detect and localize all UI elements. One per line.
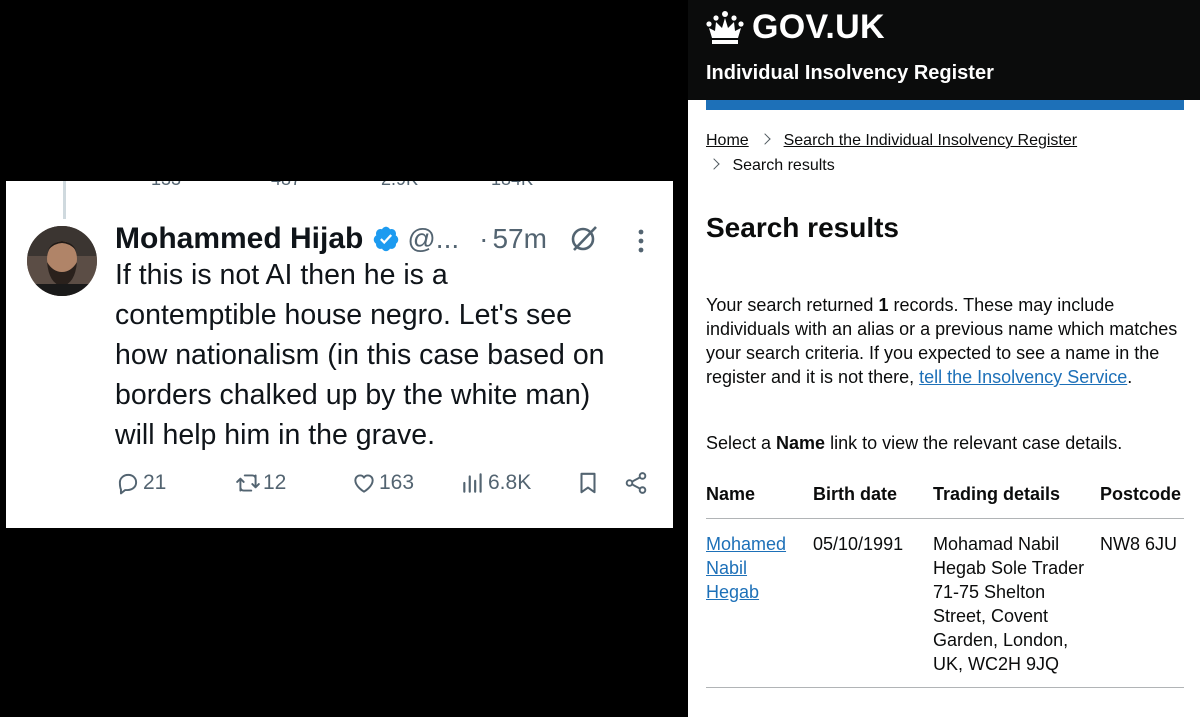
tell-insolvency-service-link[interactable]: tell the Insolvency Service [919,367,1127,387]
crown-icon [706,11,744,44]
views-icon [463,473,482,493]
column-header-name: Name [706,475,813,519]
intro-suffix: . [1127,367,1133,387]
tweet-actions: 21 12 163 6.8K [115,467,655,499]
repost-count: 12 [263,471,287,494]
intro-prefix: Your search returned [706,295,879,315]
previous-tweet-actions-cutoff: 133 487 2.9K 184K [121,181,661,189]
author-handle[interactable]: @... [407,223,459,255]
breadcrumb-search[interactable]: Search the Individual Insolvency Registe… [784,132,1078,149]
result-count: 1 [878,295,889,315]
header-blue-bar [706,100,1184,110]
bookmark-button[interactable] [575,467,603,499]
repost-icon [236,474,260,492]
grok-icon[interactable] [569,223,599,253]
chevron-right-icon [759,133,771,145]
column-header-birth-date: Birth date [813,475,933,519]
share-icon [625,472,647,494]
tweet-text: If this is not AI then he is a contempti… [115,259,605,451]
thread-line [63,181,66,219]
cutoff-count: 487 [271,181,301,190]
govuk-logo[interactable]: GOV.UK [752,8,885,47]
avatar[interactable] [27,226,97,296]
cell-postcode: NW8 6JU [1100,518,1184,688]
select-suffix: link to view the relevant case details. [825,433,1123,453]
table-header-row: Name Birth date Trading details Postcode [706,475,1184,519]
author-name[interactable]: Mohammed Hijab [115,222,363,256]
results-summary: Your search returned 1 records. These ma… [706,293,1188,389]
results-table: Name Birth date Trading details Postcode… [706,475,1184,688]
verified-badge-icon [374,226,399,252]
tweet-header: Mohammed Hijab @... · 57m [115,221,547,257]
more-icon[interactable] [636,227,646,255]
column-header-postcode: Postcode [1100,475,1184,519]
cutoff-count: 133 [151,181,181,190]
share-button[interactable] [623,467,651,499]
repost-button[interactable]: 12 [235,467,286,499]
bookmark-icon [580,472,596,494]
cutoff-count: 2.9K [381,181,418,190]
like-button[interactable]: 163 [351,467,414,499]
table-row: Mohamed Nabil Hegab 05/10/1991 Mohamad N… [706,518,1184,688]
govuk-page: GOV.UK Individual Insolvency Register Ho… [688,0,1200,717]
tweet-card: 133 487 2.9K 184K Mohammed Hijab @... · … [6,181,673,528]
reply-button[interactable]: 21 [115,467,166,499]
select-prefix: Select a [706,433,777,453]
like-count: 163 [379,471,415,494]
separator-dot: · [479,223,489,254]
timestamp[interactable]: 57m [492,223,546,255]
like-icon [354,474,374,493]
select-bold: Name [776,433,826,453]
cell-name: Mohamed Nabil Hegab [706,518,813,688]
reply-icon [118,473,138,495]
breadcrumb-home[interactable]: Home [706,132,749,149]
chevron-right-icon [708,158,720,170]
column-header-trading-details: Trading details [933,475,1100,519]
cell-birth-date: 05/10/1991 [813,518,933,688]
views-button[interactable]: 6.8K [460,467,531,499]
govuk-header: GOV.UK Individual Insolvency Register [688,0,1200,100]
breadcrumb-current: Search results [732,157,835,174]
cell-trading-details: Mohamad Nabil Hegab Sole Trader 71-75 Sh… [933,518,1100,688]
breadcrumb: Home Search the Individual Insolvency Re… [706,128,1186,178]
service-name[interactable]: Individual Insolvency Register [706,62,994,85]
views-count: 6.8K [488,471,532,494]
person-name-link[interactable]: Mohamed Nabil Hegab [706,534,786,602]
reply-count: 21 [143,471,167,494]
cutoff-count: 184K [491,181,533,190]
page-title: Search results [706,212,899,243]
select-hint: Select a Name link to view the relevant … [706,431,1188,455]
